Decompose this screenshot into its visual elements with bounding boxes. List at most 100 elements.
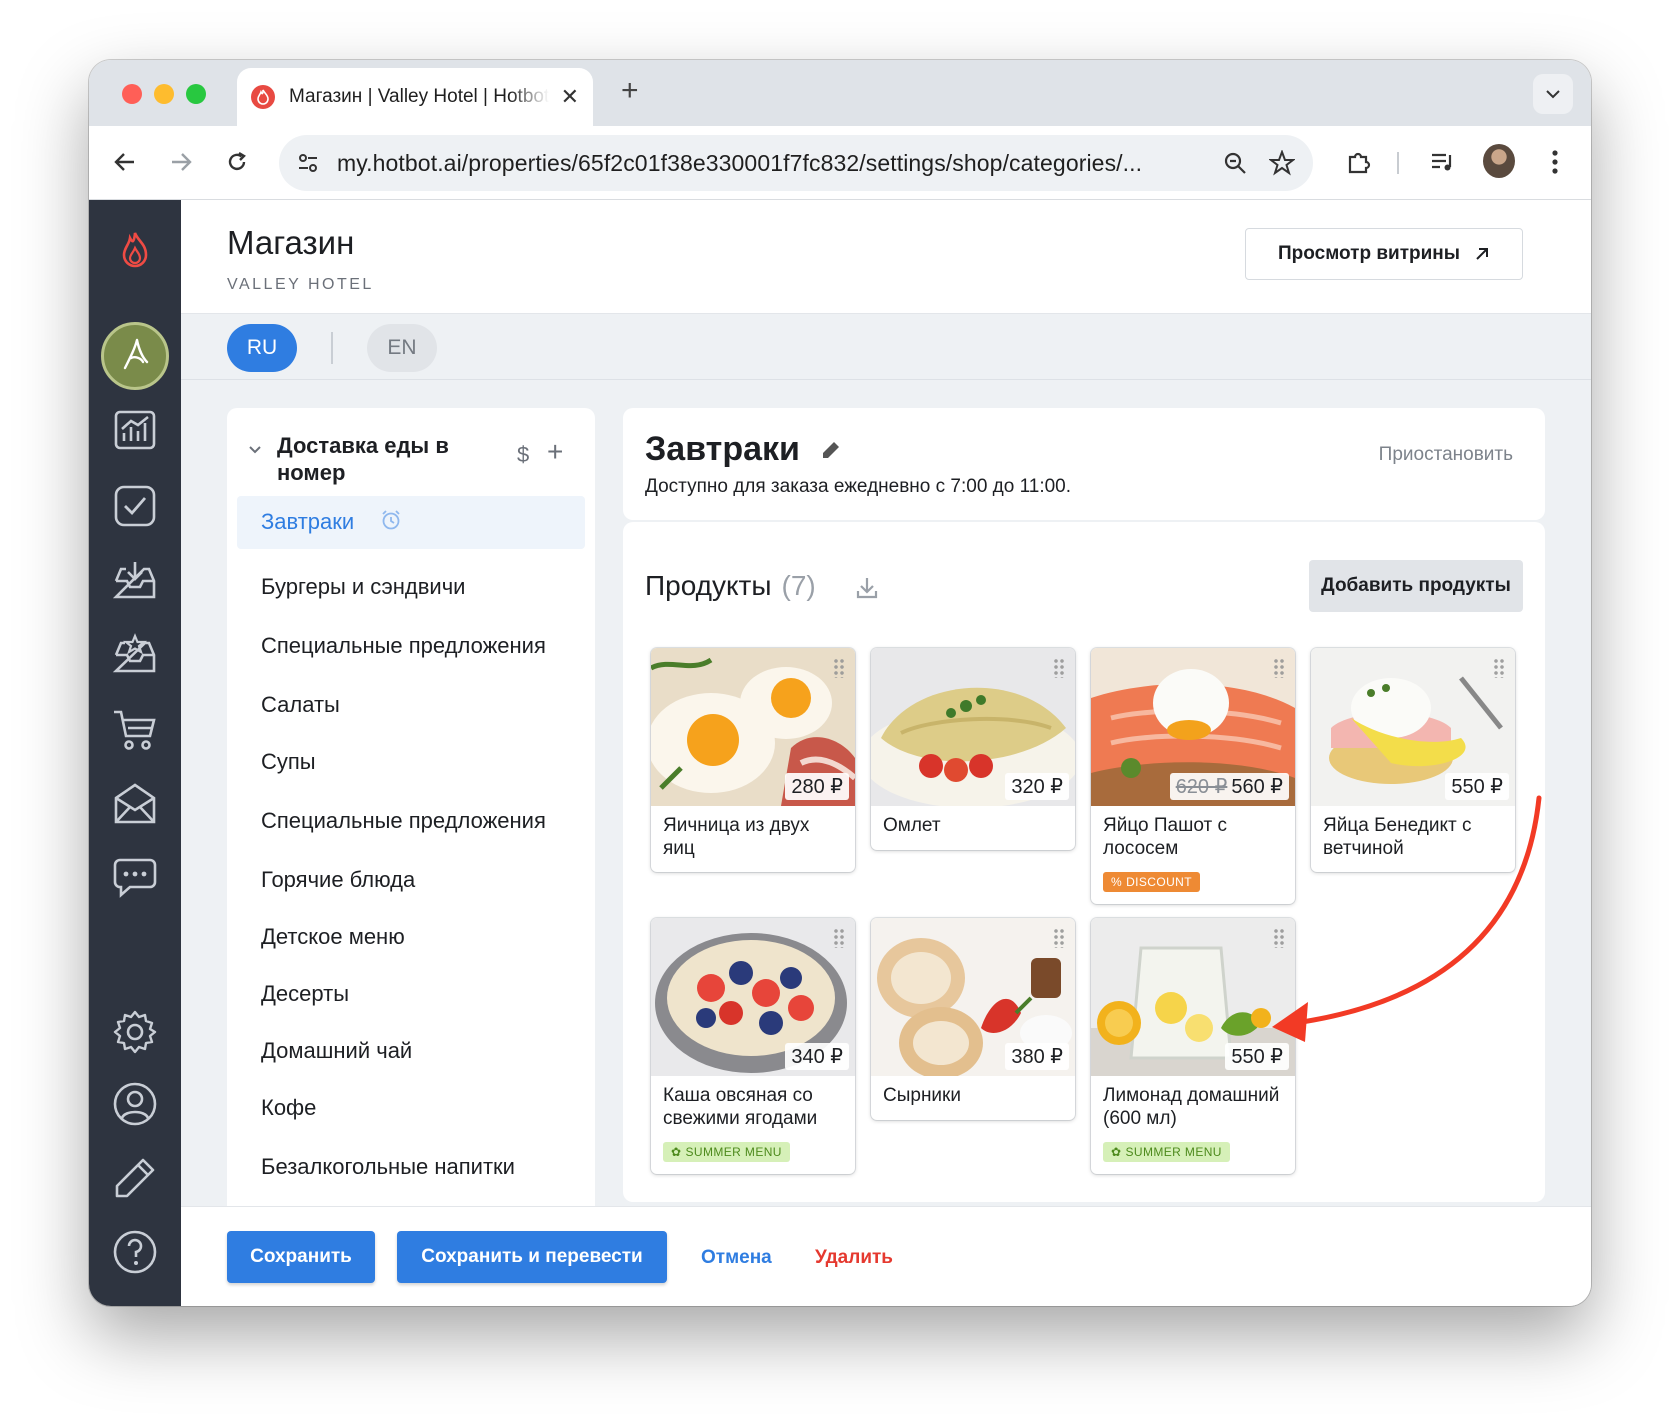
sidebar: [89, 200, 181, 1306]
sidebar-item-profile[interactable]: [111, 1080, 159, 1128]
product-card[interactable]: 340 ₽ Каша овсяная со свежими ягодами ✿ S…: [651, 918, 855, 1174]
drag-handle-icon[interactable]: [1493, 658, 1505, 678]
gear-icon: [113, 1010, 157, 1054]
sidebar-item-editor[interactable]: [111, 1154, 159, 1202]
product-card[interactable]: 620 ₽560 ₽ Яйцо Пашот с лососем % DISCOUN…: [1091, 648, 1295, 904]
drag-handle-icon[interactable]: [833, 658, 845, 678]
sidebar-item-shop[interactable]: [111, 706, 159, 754]
bookmark-star-icon[interactable]: [1269, 150, 1295, 176]
product-name: Сырники: [883, 1085, 961, 1106]
sidebar-item-inbox[interactable]: [111, 556, 159, 604]
category-group-header[interactable]: Доставка еды в номер $ +: [247, 432, 577, 488]
cancel-button[interactable]: Отмена: [701, 1247, 772, 1269]
tab-close-icon[interactable]: ✕: [561, 84, 579, 110]
page-title: Магазин: [227, 224, 355, 261]
product-name: Омлет: [883, 815, 941, 836]
product-card[interactable]: 550 ₽ Яйца Бенедикт с ветчиной: [1311, 648, 1515, 872]
pricing-dollar-icon[interactable]: $: [517, 442, 529, 468]
add-category-button[interactable]: +: [547, 436, 563, 468]
tab-search-button[interactable]: [1533, 74, 1573, 114]
discount-badge: % DISCOUNT: [1103, 872, 1200, 892]
profile-avatar[interactable]: [1483, 144, 1515, 178]
category-item[interactable]: Супы: [237, 736, 585, 787]
back-button[interactable]: [109, 146, 141, 178]
close-window-button[interactable]: [122, 84, 142, 104]
minimize-window-button[interactable]: [154, 84, 174, 104]
drag-handle-icon[interactable]: [1273, 928, 1285, 948]
category-item[interactable]: Специальные предложения: [237, 620, 585, 671]
sidebar-item-settings[interactable]: [111, 1008, 159, 1056]
browser-menu-button[interactable]: [1539, 146, 1571, 178]
puzzle-icon: [1348, 152, 1371, 174]
products-count: (7): [781, 570, 816, 601]
save-button[interactable]: Сохранить: [227, 1231, 375, 1283]
badge-label: SUMMER MENU: [685, 1145, 782, 1159]
zoom-window-button[interactable]: [186, 84, 206, 104]
category-item-breakfast[interactable]: Завтраки: [237, 496, 585, 550]
site-settings-icon[interactable]: [297, 152, 319, 174]
product-name: Яйцо Пашот с лососем: [1103, 815, 1227, 859]
product-card[interactable]: 280 ₽ Яичница из двух яиц: [651, 648, 855, 872]
category-item[interactable]: Детское меню: [237, 911, 585, 962]
extensions-button[interactable]: [1343, 146, 1375, 178]
category-item[interactable]: Бургеры и сэндвичи: [237, 561, 585, 612]
download-icon[interactable]: [855, 576, 879, 600]
forward-button[interactable]: [165, 146, 197, 178]
property-logo[interactable]: [101, 322, 169, 390]
category-item[interactable]: Десерты: [237, 968, 585, 1019]
drag-handle-icon[interactable]: [1053, 928, 1065, 948]
category-item[interactable]: Салаты: [237, 679, 585, 730]
category-item[interactable]: Специальные предложения: [237, 795, 585, 846]
sidebar-item-reviews[interactable]: [111, 630, 159, 678]
badge-label: DISCOUNT: [1126, 875, 1192, 889]
sidebar-item-messages[interactable]: [111, 780, 159, 828]
browser-toolbar: my.hotbot.ai/properties/65f2c01f38e33000…: [89, 126, 1591, 200]
summer-menu-badge: ✿ SUMMER MENU: [1103, 1142, 1230, 1162]
new-tab-button[interactable]: +: [621, 74, 639, 108]
open-mail-icon: [114, 783, 156, 824]
category-item[interactable]: Горячие блюда: [237, 854, 585, 905]
product-name: Каша овсяная со свежими ягодами: [663, 1085, 818, 1129]
help-icon: [113, 1230, 157, 1274]
add-products-button[interactable]: Добавить продукты: [1309, 560, 1523, 612]
sidebar-item-help[interactable]: [111, 1228, 159, 1276]
address-bar[interactable]: my.hotbot.ai/properties/65f2c01f38e33000…: [279, 135, 1313, 191]
category-item[interactable]: Домашний чай: [237, 1025, 585, 1076]
drag-handle-icon[interactable]: [1053, 658, 1065, 678]
zoom-icon[interactable]: [1223, 151, 1247, 175]
external-link-icon: [1476, 248, 1488, 260]
chart-icon: [114, 410, 156, 450]
edit-pencil-icon[interactable]: [821, 440, 841, 460]
category-item[interactable]: Безалкогольные напитки: [237, 1141, 585, 1192]
media-controls-button[interactable]: [1427, 146, 1459, 178]
categories-panel: Доставка еды в номер $ + Завтраки Бургер…: [227, 408, 595, 1228]
product-image: 340 ₽: [651, 918, 855, 1076]
product-card[interactable]: 380 ₽ Сырники: [871, 918, 1075, 1120]
chevron-down-icon[interactable]: [247, 442, 263, 458]
products-heading: Продукты (7): [645, 570, 816, 602]
product-card[interactable]: 320 ₽ Омлет: [871, 648, 1075, 850]
sidebar-item-chat[interactable]: [111, 854, 159, 902]
save-and-translate-button[interactable]: Сохранить и перевести: [397, 1231, 667, 1283]
sidebar-item-tasks[interactable]: [111, 482, 159, 530]
products-title: Продукты: [645, 570, 772, 601]
footer-actions: Сохранить Сохранить и перевести Отмена У…: [181, 1206, 1591, 1306]
sidebar-item-analytics[interactable]: [111, 406, 159, 454]
language-bar: RU EN: [181, 314, 1591, 380]
language-divider: [331, 332, 333, 364]
language-en-button[interactable]: EN: [367, 324, 437, 372]
browser-tab[interactable]: Магазин | Valley Hotel | Hotbot ✕: [237, 68, 593, 126]
delete-button[interactable]: Удалить: [815, 1247, 893, 1269]
kebab-menu-icon: [1552, 150, 1558, 174]
product-card[interactable]: 550 ₽ Лимонад домашний (600 мл) ✿ SUMMER …: [1091, 918, 1295, 1174]
drag-handle-icon[interactable]: [1273, 658, 1285, 678]
category-item[interactable]: Кофе: [237, 1082, 585, 1133]
pause-category-button[interactable]: Приостановить: [1379, 444, 1513, 466]
sprout-icon: ✿: [671, 1145, 682, 1159]
language-ru-button[interactable]: RU: [227, 324, 297, 372]
reload-button[interactable]: [221, 146, 253, 178]
drag-handle-icon[interactable]: [833, 928, 845, 948]
preview-storefront-button[interactable]: Просмотр витрины: [1245, 228, 1523, 280]
hotbot-logo[interactable]: [111, 226, 159, 274]
url-text[interactable]: my.hotbot.ai/properties/65f2c01f38e33000…: [337, 150, 1211, 177]
